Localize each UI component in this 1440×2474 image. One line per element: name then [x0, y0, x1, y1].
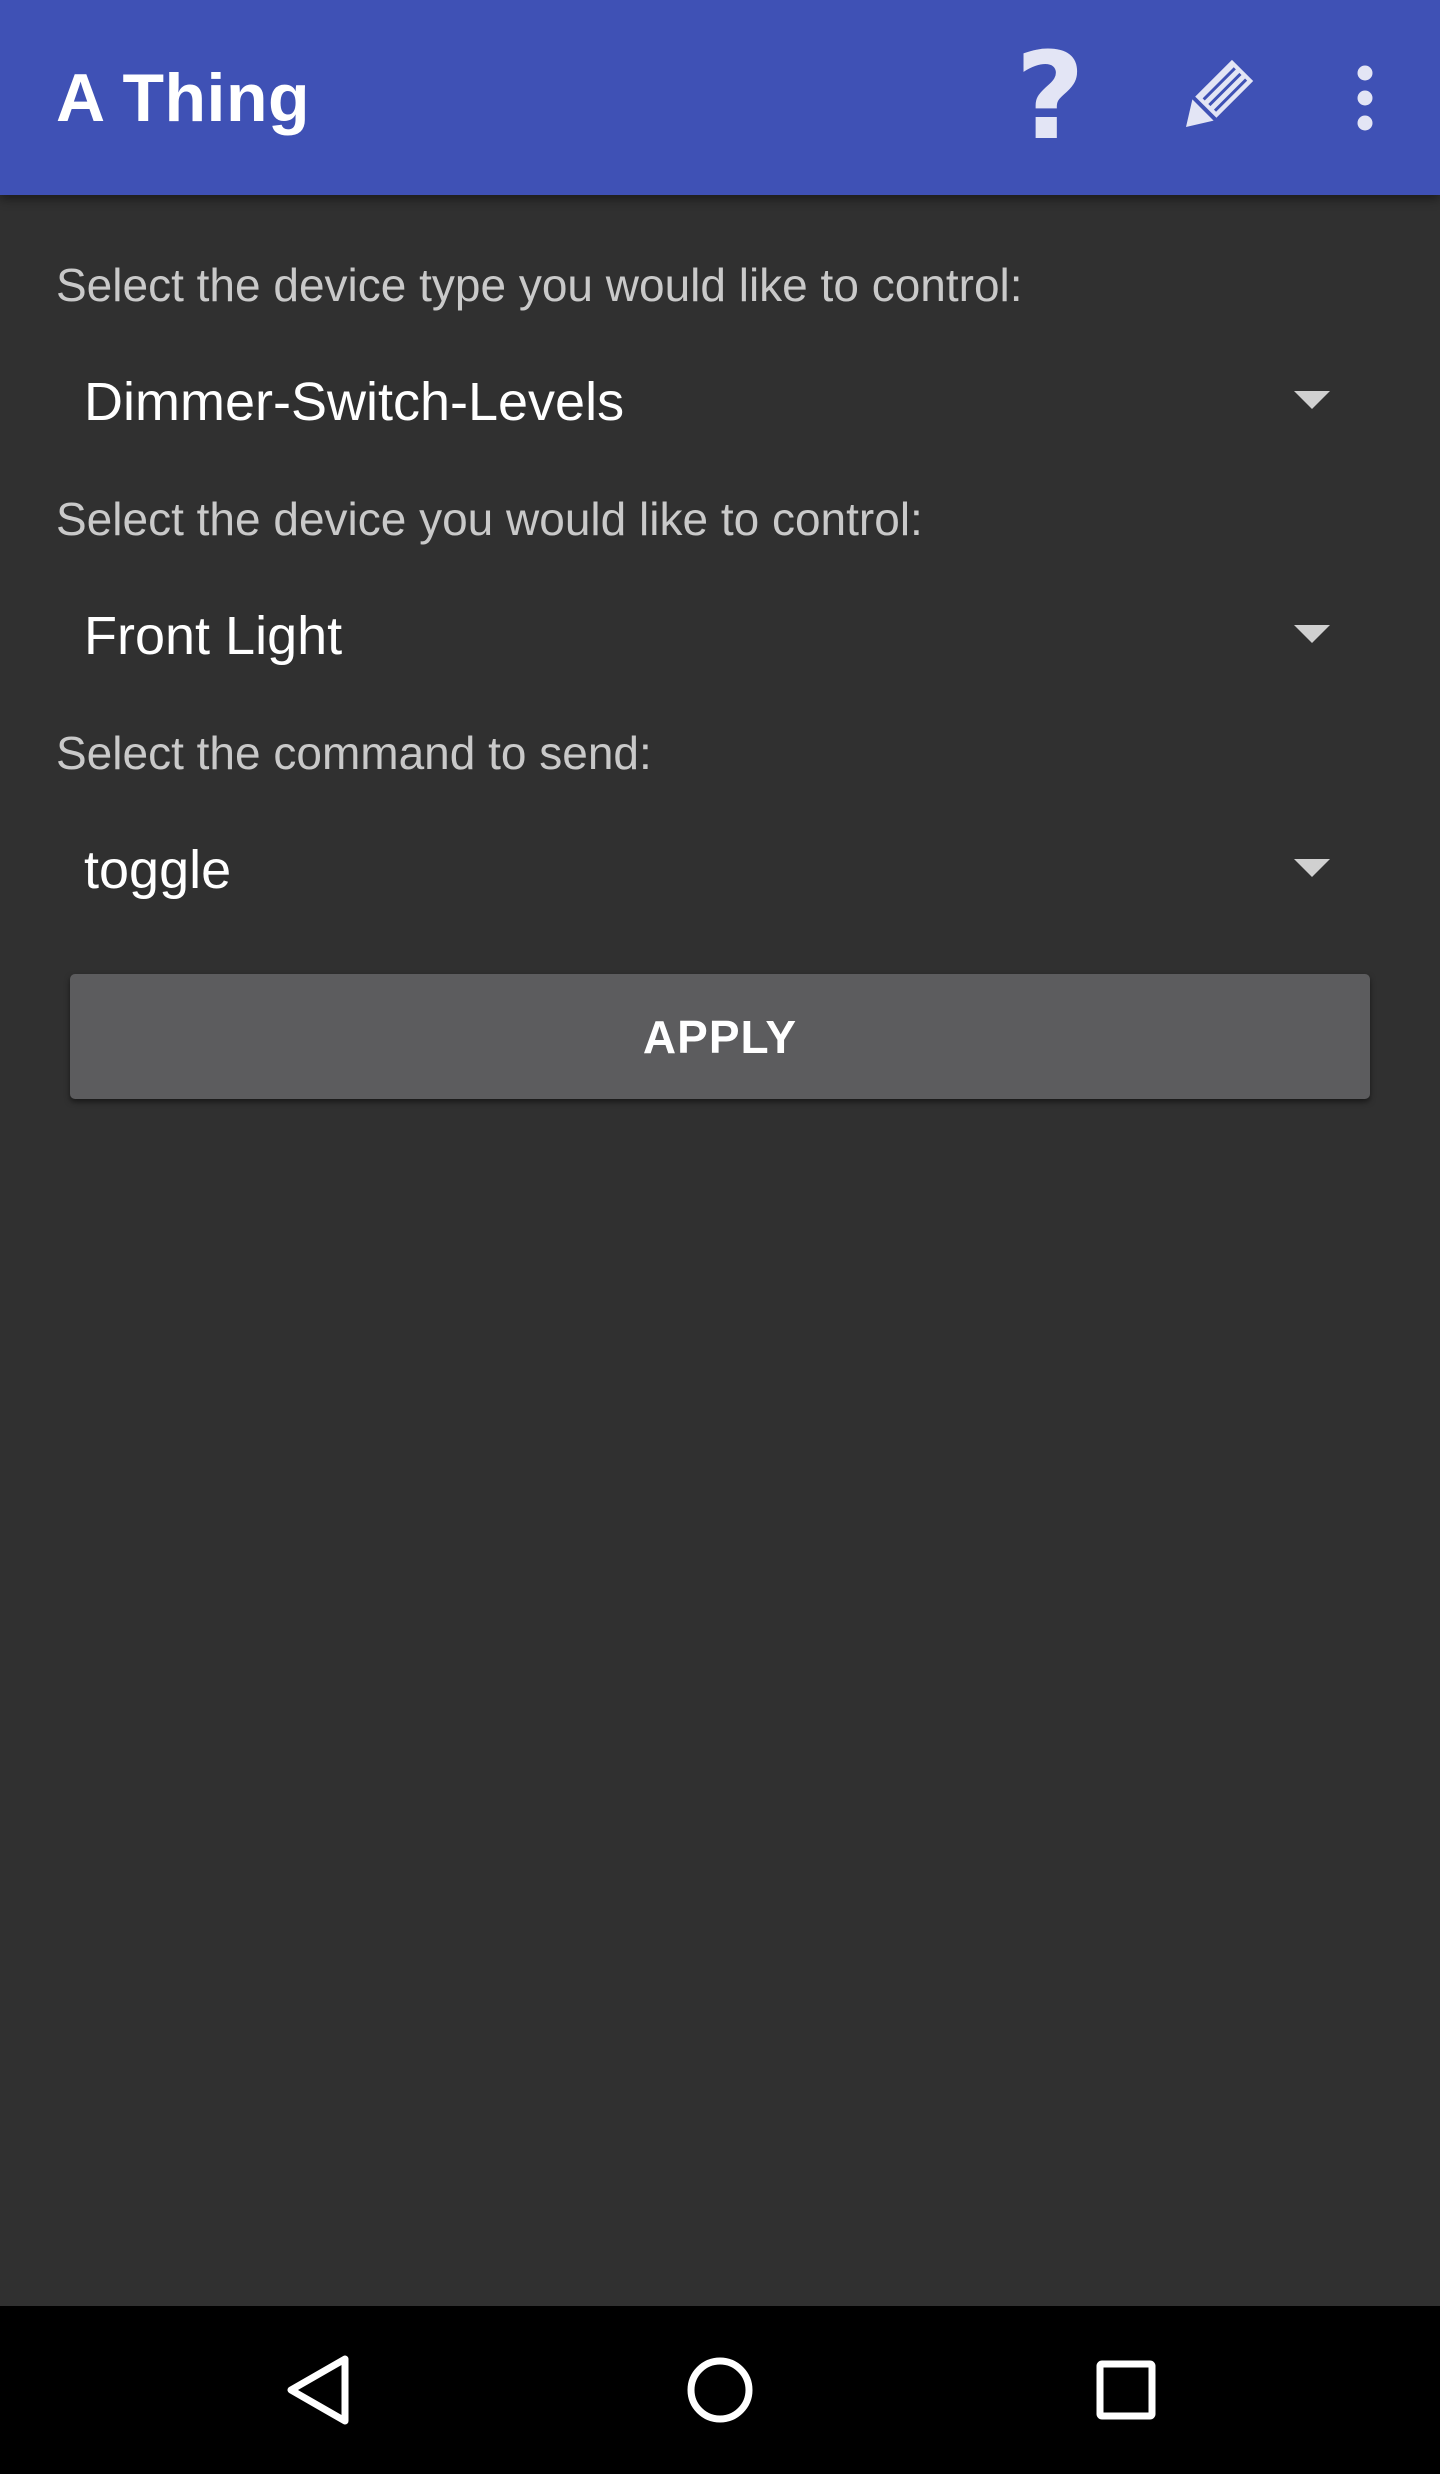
home-icon	[687, 2357, 753, 2423]
more-vert-icon	[1357, 65, 1373, 130]
command-label: Select the command to send:	[56, 727, 652, 779]
command-spinner[interactable]: toggle	[56, 815, 1356, 925]
help-button[interactable]: ?	[1000, 28, 1100, 167]
home-button[interactable]	[670, 2340, 770, 2440]
apply-button[interactable]: APPLY	[70, 974, 1370, 1099]
dropdown-arrow-icon	[1294, 859, 1330, 877]
device-label: Select the device you would like to cont…	[56, 493, 923, 545]
command-value: toggle	[84, 840, 232, 900]
dropdown-arrow-icon	[1294, 391, 1330, 409]
system-nav-bar	[0, 2306, 1440, 2474]
edit-button[interactable]	[1160, 40, 1270, 155]
recents-icon	[1096, 2360, 1156, 2420]
device-type-label: Select the device type you would like to…	[56, 259, 1023, 311]
dropdown-arrow-icon	[1294, 625, 1330, 643]
back-icon	[287, 2355, 349, 2425]
device-type-value: Dimmer-Switch-Levels	[84, 372, 625, 432]
overflow-menu-button[interactable]	[1330, 40, 1400, 155]
help-icon: ?	[1015, 28, 1085, 167]
app-bar: A Thing ?	[0, 0, 1440, 195]
screen: A Thing ? Select the device type you wou…	[0, 0, 1440, 2474]
app-title: A Thing	[56, 60, 311, 136]
pencil-icon	[1186, 59, 1254, 127]
device-spinner[interactable]: Front Light	[56, 581, 1356, 691]
recents-button[interactable]	[1076, 2340, 1176, 2440]
device-value: Front Light	[84, 606, 343, 666]
device-type-spinner[interactable]: Dimmer-Switch-Levels	[56, 347, 1356, 457]
back-button[interactable]	[268, 2340, 368, 2440]
